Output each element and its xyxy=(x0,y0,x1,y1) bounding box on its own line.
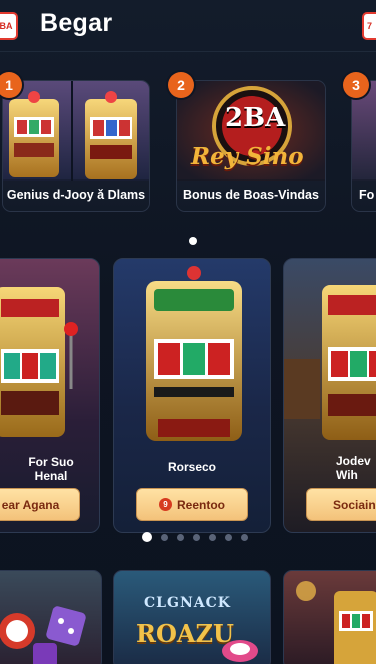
game-thumbnail[interactable] xyxy=(0,570,102,664)
slot-machine-art xyxy=(284,259,376,454)
brand-logo-text: BA xyxy=(0,21,13,31)
promo-caption: Fo xyxy=(352,179,376,211)
game-card[interactable]: JodevWih Sociaino xyxy=(283,258,376,533)
play-button[interactable]: 9 Reentoo xyxy=(136,488,248,521)
casino-chip-icon xyxy=(222,640,258,662)
play-button[interactable]: ear Agana xyxy=(0,488,80,521)
slot-machine-art xyxy=(296,581,376,664)
app-root: BA Begar 7 1 Genius d-Jooy ǎ Dlams 2 2BA… xyxy=(0,0,376,664)
promo-number-badge: 2 xyxy=(168,72,194,98)
pager-dot[interactable] xyxy=(241,533,248,541)
promo-pager-dot[interactable] xyxy=(189,237,197,245)
promo-logo-top: 2BA xyxy=(225,103,286,133)
game-name-line: Henal xyxy=(34,469,68,483)
promo-logo-script: Rey Sino xyxy=(191,143,304,170)
game-name-line: For Suo xyxy=(28,455,74,469)
brand-logo[interactable]: BA xyxy=(0,12,18,40)
pager-dot[interactable] xyxy=(177,533,184,541)
chip-icon: 9 xyxy=(159,498,172,511)
game-thumbnail[interactable] xyxy=(283,570,376,664)
pager-dot[interactable] xyxy=(161,533,168,541)
page-title: Begar xyxy=(40,9,113,37)
promo-caption: Bonus de Boas-Vindas xyxy=(177,179,325,211)
slot-machine-art xyxy=(114,259,270,454)
game-card[interactable]: For Suo Henal ear Agana xyxy=(0,258,100,533)
game-name: Rorseco xyxy=(167,460,217,474)
app-icon-right-text: 7 xyxy=(367,21,373,31)
pager-dot[interactable] xyxy=(209,533,216,541)
thumbnail-title-top: CLGNACK xyxy=(144,595,231,611)
promo-caption: Genius d-Jooy ǎ Dlams xyxy=(3,179,149,211)
dice-art xyxy=(0,606,86,664)
game-name-line: Jodev xyxy=(336,454,371,468)
play-button[interactable]: Sociaino xyxy=(306,488,376,521)
promo-card[interactable]: Fo xyxy=(351,80,376,212)
game-name-line: Wih xyxy=(336,468,358,482)
promo-logo-art: 2BA Rey Sino xyxy=(177,81,325,181)
game-thumbnail[interactable]: CLGNACK ROAZU xyxy=(113,570,271,664)
promo-card[interactable]: Genius d-Jooy ǎ Dlams xyxy=(2,80,150,212)
game-name: Jodev Wih xyxy=(284,454,376,482)
app-icon-right[interactable]: 7 xyxy=(362,12,376,40)
slot-machine-art xyxy=(0,259,99,454)
play-button-label: Reentoo xyxy=(177,497,225,512)
game-name: For Suo Henal xyxy=(0,455,99,483)
promo-card[interactable]: 2BA Rey Sino Bonus de Boas-Vindas xyxy=(176,80,326,212)
promo-slot-art xyxy=(3,81,149,181)
pager-dot[interactable] xyxy=(193,533,200,541)
game-card[interactable]: Rorseco 9 Reentoo xyxy=(113,258,271,533)
pager-dot[interactable] xyxy=(142,532,152,542)
promo-number-badge: 3 xyxy=(343,72,369,98)
carousel-pager xyxy=(142,532,248,542)
pager-dot[interactable] xyxy=(225,533,232,541)
top-bar: BA Begar 7 xyxy=(0,0,376,52)
